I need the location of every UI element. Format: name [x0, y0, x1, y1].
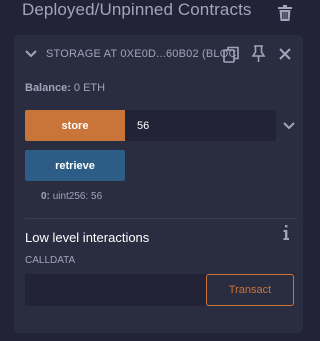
copy-icon[interactable]	[223, 46, 239, 63]
store-input[interactable]: 56	[125, 110, 276, 141]
panel-header: Deployed/Unpinned Contracts	[0, 0, 319, 26]
transact-button[interactable]: Transact	[206, 274, 294, 306]
output-index: 0:	[41, 191, 50, 202]
balance-display: Balance: 0 ETH	[25, 82, 105, 94]
chevron-down-icon[interactable]	[24, 47, 38, 61]
deployed-contracts-panel: Deployed/Unpinned Contracts STORAGE AT 0…	[0, 0, 319, 341]
balance-label: Balance:	[25, 82, 71, 94]
info-icon[interactable]	[282, 225, 290, 240]
contract-header: STORAGE AT 0XE0D...60B02 (BLOC	[14, 35, 303, 75]
store-button[interactable]: store	[25, 110, 125, 141]
contract-instance-card: STORAGE AT 0XE0D...60B02 (BLOC Balance: …	[14, 35, 303, 333]
close-icon[interactable]	[279, 48, 291, 60]
calldata-label: CALLDATA	[25, 255, 76, 266]
panel-title: Deployed/Unpinned Contracts	[22, 0, 252, 19]
retrieve-button[interactable]: retrieve	[25, 150, 125, 181]
low-level-interactions-title: Low level interactions	[25, 230, 150, 245]
calldata-input[interactable]	[25, 274, 207, 306]
chevron-down-icon[interactable]	[282, 119, 296, 133]
output-value: uint256: 56	[52, 191, 103, 202]
retrieve-output: 0: uint256: 56	[41, 191, 102, 202]
balance-value: 0 ETH	[73, 82, 106, 94]
divider	[25, 218, 297, 219]
trash-icon[interactable]	[278, 5, 292, 21]
pin-icon[interactable]	[251, 45, 266, 63]
contract-name[interactable]: STORAGE AT 0XE0D...60B02 (BLOC	[46, 48, 237, 60]
